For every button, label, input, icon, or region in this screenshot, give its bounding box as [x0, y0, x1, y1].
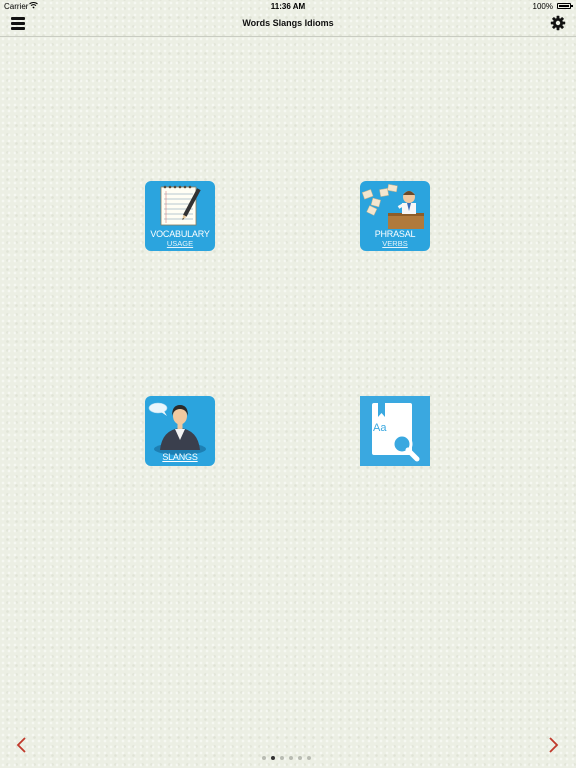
page-title: Words Slangs Idioms — [242, 18, 334, 28]
page-indicator[interactable] — [262, 756, 314, 762]
page-dot[interactable] — [298, 756, 302, 760]
tile-label: SLANGS — [162, 452, 198, 462]
tile-sublabel: VERBS — [382, 239, 408, 248]
page-dot[interactable] — [307, 756, 311, 760]
dictionary-search-icon — [372, 403, 420, 462]
status-time: 11:36 AM — [270, 2, 306, 11]
previous-page-arrow-icon[interactable] — [15, 736, 29, 754]
tile-sublabel: USAGE — [166, 239, 194, 248]
navigation-bar: Words Slangs Idioms — [0, 14, 576, 37]
dictionary-aa-text: Aa — [373, 422, 387, 434]
page-dot[interactable] — [289, 756, 293, 760]
next-page-arrow-icon[interactable] — [546, 736, 560, 754]
gear-icon[interactable] — [550, 15, 566, 31]
phrasal-verbs-tile[interactable]: PHRASAL VERBS — [360, 181, 430, 251]
page-dot[interactable] — [271, 756, 275, 760]
battery-icon — [557, 3, 573, 9]
page-dot[interactable] — [262, 756, 266, 760]
slangs-tile[interactable]: SLANGS — [145, 396, 215, 466]
tile-label: PHRASAL — [374, 229, 416, 239]
status-bar: Carrier 11:36 AM 100% — [0, 0, 576, 14]
vocabulary-usage-tile[interactable]: VOCABULARY USAGE — [145, 181, 215, 251]
battery-percent: 100% — [532, 2, 553, 11]
dictionary-search-tile[interactable]: Aa — [360, 396, 430, 466]
page-dot[interactable] — [280, 756, 284, 760]
tile-label: VOCABULARY — [150, 229, 210, 239]
